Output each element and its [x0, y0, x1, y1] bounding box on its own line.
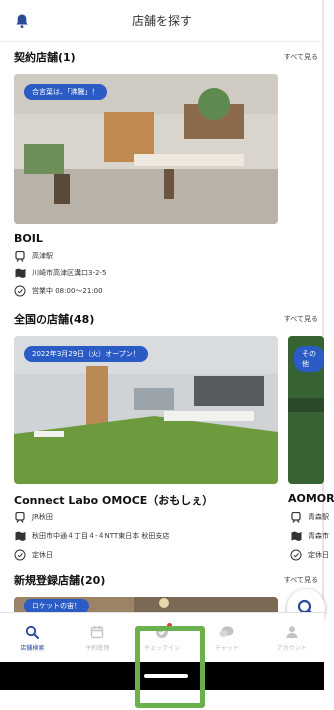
store-station-row: JR秋田	[14, 511, 53, 523]
section-title: 契約店舗(1)	[14, 51, 76, 64]
store-address-row: 青森市	[290, 530, 329, 542]
see-all-link[interactable]: すべて見る	[284, 314, 318, 324]
tab-label: 予約管理	[85, 644, 110, 652]
app-screen: 店舗を探す 契約店舗(1) すべて見る 合言葉は、「沸騰」！ BOIL 高津駅	[0, 0, 334, 690]
store-photo-new[interactable]: ロケットの宙！	[14, 597, 278, 612]
bell-icon[interactable]	[14, 13, 30, 29]
clock-icon	[14, 549, 26, 561]
map-icon	[14, 267, 26, 279]
calendar-icon	[89, 624, 105, 640]
tab-label: 店舗検索	[20, 644, 45, 652]
clock-icon	[14, 285, 26, 297]
store-name[interactable]: BOIL	[14, 232, 43, 245]
store-photo-omoce[interactable]: 2022年3月29日（火）オープン！	[14, 336, 278, 484]
store-hours: 定休日	[32, 551, 53, 559]
section-contract-header: 契約店舗(1) すべて見る	[14, 47, 324, 67]
store-badge: 合言葉は、「沸騰」！	[24, 84, 107, 100]
section-all-header: 全国の店舗(48) すべて見る	[14, 309, 324, 329]
tab-label: チャット	[214, 644, 239, 652]
store-photo-boil[interactable]: 合言葉は、「沸騰」！	[14, 74, 278, 224]
tab-store-search[interactable]: 店舗検索	[0, 613, 65, 662]
store-address: 秋田市中通４丁目４-４NTT東日本 秋田支店	[32, 532, 170, 540]
account-icon	[284, 624, 300, 640]
store-photo-aomori[interactable]: その他	[288, 336, 324, 484]
header: 店舗を探す	[0, 0, 324, 42]
store-address: 川崎市高津区溝口3-2-5	[32, 269, 107, 277]
section-title: 全国の店舗(48)	[14, 313, 95, 326]
store-station: 高津駅	[32, 252, 53, 260]
store-address: 青森市	[308, 532, 329, 540]
store-station-row: 高津駅	[14, 250, 53, 262]
search-icon	[24, 624, 40, 640]
store-name[interactable]: AOMORI	[288, 492, 334, 505]
store-badge: ロケットの宙！	[24, 599, 89, 612]
map-icon	[290, 530, 302, 542]
chat-icon	[219, 624, 235, 640]
store-hours-row: 定休日	[290, 549, 329, 561]
store-station: 青森駅	[308, 513, 329, 521]
tab-reservations[interactable]: 予約管理	[65, 613, 130, 662]
train-icon	[14, 250, 26, 262]
store-hours-row: 定休日	[14, 549, 53, 561]
see-all-link[interactable]: すべて見る	[284, 575, 318, 585]
tab-label: アカウント	[276, 644, 307, 652]
highlight-box	[135, 626, 205, 708]
store-station: JR秋田	[32, 513, 53, 521]
train-icon	[14, 511, 26, 523]
tab-account[interactable]: アカウント	[259, 613, 324, 662]
section-new-header: 新規登録店舗(20) すべて見る	[14, 570, 324, 590]
page-title: 店舗を探す	[131, 14, 192, 28]
train-icon	[290, 511, 302, 523]
clock-icon	[290, 549, 302, 561]
store-hours: 営業中 08:00〜21:00	[32, 287, 103, 295]
store-address-row: 川崎市高津区溝口3-2-5	[14, 267, 106, 279]
store-station-row: 青森駅	[290, 511, 329, 523]
see-all-link[interactable]: すべて見る	[284, 52, 318, 62]
store-name[interactable]: Connect Labo OMOCE（おもしぇ）	[14, 492, 213, 508]
map-icon	[14, 530, 26, 542]
section-title: 新規登録店舗(20)	[14, 574, 106, 587]
store-hours-row: 営業中 08:00〜21:00	[14, 285, 103, 297]
store-address-row: 秋田市中通４丁目４-４NTT東日本 秋田支店	[14, 530, 169, 542]
store-hours: 定休日	[308, 551, 329, 559]
store-badge: 2022年3月29日（火）オープン！	[24, 346, 148, 362]
store-badge: その他	[294, 346, 324, 372]
